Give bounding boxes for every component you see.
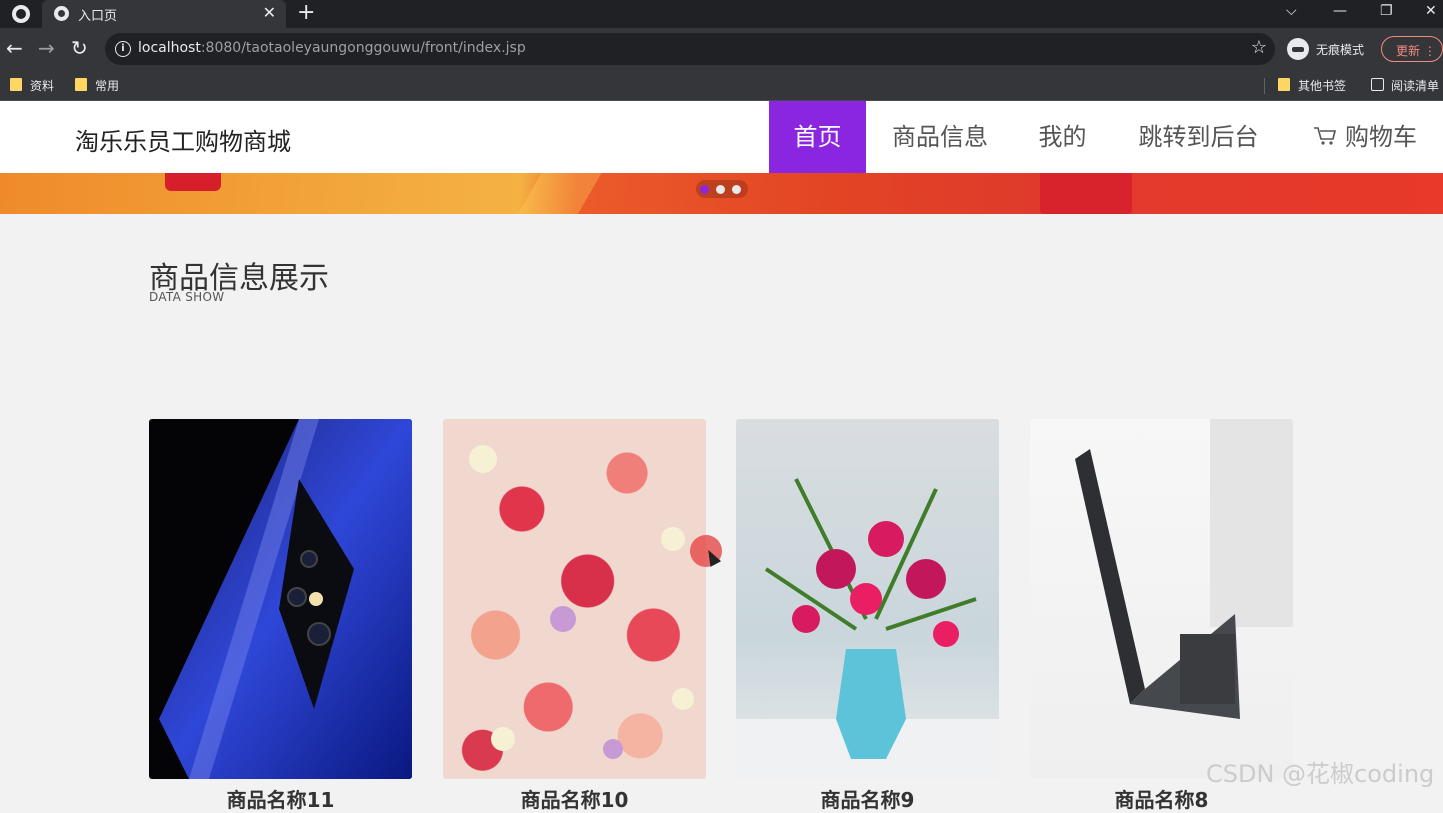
bookmarks-divider xyxy=(1264,78,1265,94)
site-header: 淘乐乐员工购物商城 首页 商品信息 我的 跳转到后台 购物车 xyxy=(0,101,1443,173)
banner-carousel[interactable] xyxy=(0,173,1443,214)
laptop-image xyxy=(1075,419,1293,719)
product-image-lily[interactable] xyxy=(736,419,999,779)
new-tab-button[interactable]: + xyxy=(297,1,315,25)
section-subtitle: DATA SHOW xyxy=(149,290,225,304)
product-image-flowers[interactable] xyxy=(443,419,706,779)
info-icon[interactable]: i xyxy=(115,41,131,57)
browser-toolbar: ← → ↻ i localhost:8080/taotaoleyaungongg… xyxy=(0,28,1443,70)
update-button[interactable]: 更新 ⋮ xyxy=(1381,36,1443,62)
nav-home[interactable]: 首页 xyxy=(769,101,866,173)
tab-title: 入口页 xyxy=(78,9,118,24)
incognito-label: 无痕模式 xyxy=(1316,43,1365,57)
phone-image xyxy=(159,419,412,779)
carousel-indicators xyxy=(696,180,748,198)
folder-icon xyxy=(1278,78,1290,91)
flowers-image xyxy=(469,445,694,759)
minimize-icon[interactable]: — xyxy=(1333,3,1347,19)
restore-icon[interactable]: ❐ xyxy=(1380,3,1393,19)
bookmark-folder[interactable]: 常用 xyxy=(75,77,119,94)
close-window-icon[interactable]: ✕ xyxy=(1425,3,1437,19)
gift-image xyxy=(165,173,221,191)
other-bookmarks[interactable]: 其他书签 xyxy=(1278,77,1346,94)
browser-menu-icon[interactable] xyxy=(12,5,30,23)
url-text: localhost:8080/taotaoleyaungonggouwu/fro… xyxy=(138,40,526,56)
address-bar[interactable]: i localhost:8080/taotaoleyaungonggouwu/f… xyxy=(105,33,1275,65)
bookmarks-bar: 资料 常用 其他书签 阅读清单 xyxy=(0,70,1443,101)
incognito-icon xyxy=(1287,38,1309,60)
back-icon[interactable]: ← xyxy=(6,37,23,59)
cart-icon xyxy=(1314,127,1337,145)
product-name[interactable]: 商品名称11 xyxy=(149,784,412,813)
carousel-dot[interactable] xyxy=(700,185,709,194)
browser-tab[interactable]: 入口页 ✕ xyxy=(42,0,286,28)
lily-vase-image xyxy=(736,478,999,779)
reload-icon[interactable]: ↻ xyxy=(71,37,88,59)
folder-icon xyxy=(10,78,22,91)
reading-list-icon xyxy=(1371,78,1384,91)
product-image-phone[interactable] xyxy=(149,419,412,779)
nav-mine[interactable]: 我的 xyxy=(1020,101,1105,173)
banner-decoration xyxy=(512,173,608,214)
site-title: 淘乐乐员工购物商城 xyxy=(75,128,291,156)
tab-search-icon[interactable]: ⌵ xyxy=(1286,3,1297,19)
browser-tab-bar: 入口页 ✕ + ⌵ — ❐ ✕ xyxy=(0,0,1443,28)
folder-icon xyxy=(75,78,87,91)
product-name[interactable]: 商品名称10 xyxy=(443,784,706,813)
product-image-laptop[interactable] xyxy=(1030,419,1293,779)
watermark: CSDN @花椒coding xyxy=(1206,760,1435,788)
nav-admin[interactable]: 跳转到后台 xyxy=(1121,101,1276,173)
carousel-dot[interactable] xyxy=(732,185,741,194)
globe-icon xyxy=(54,6,69,21)
carousel-dot[interactable] xyxy=(716,185,725,194)
close-tab-icon[interactable]: ✕ xyxy=(263,3,276,22)
nav-products[interactable]: 商品信息 xyxy=(876,101,1004,173)
product-name[interactable]: 商品名称9 xyxy=(736,784,999,813)
bookmark-folder[interactable]: 资料 xyxy=(10,77,54,94)
cart-label: 购物车 xyxy=(1345,123,1417,151)
shopping-bag-image xyxy=(1040,173,1132,214)
reading-list[interactable]: 阅读清单 xyxy=(1371,77,1439,94)
forward-icon[interactable]: → xyxy=(38,37,55,59)
nav-cart[interactable]: 购物车 xyxy=(1300,101,1430,173)
bookmark-star-icon[interactable]: ☆ xyxy=(1251,37,1267,58)
